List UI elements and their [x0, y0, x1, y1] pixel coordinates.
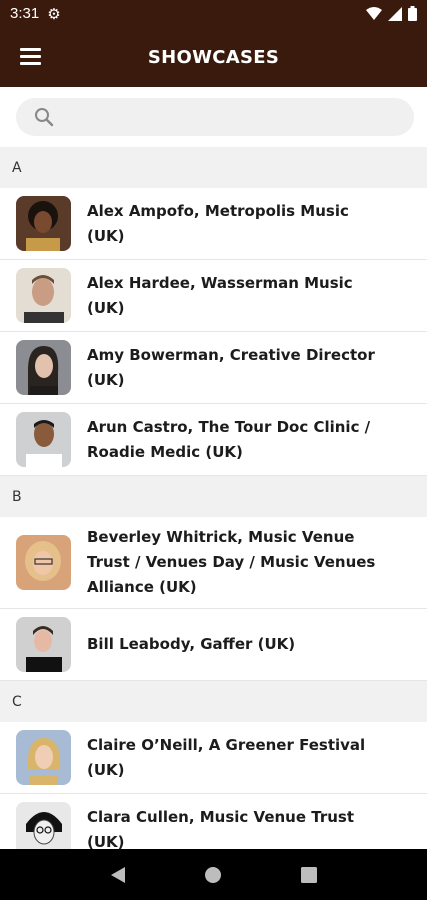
avatar [16, 268, 71, 323]
list-item[interactable]: Alex Ampofo, Metropolis Music (UK) [0, 188, 427, 260]
list-item[interactable]: Bill Leabody, Gaffer (UK) [0, 609, 427, 681]
settings-gear-icon: ⚙ [47, 4, 61, 23]
list-item[interactable]: Amy Bowerman, Creative Director (UK) [0, 332, 427, 404]
status-time: 3:31 [10, 5, 40, 22]
avatar [16, 802, 71, 849]
page-title: SHOWCASES [147, 46, 280, 68]
list-item[interactable]: Clara Cullen, Music Venue Trust (UK) [0, 794, 427, 849]
avatar [16, 535, 71, 590]
search-box[interactable] [16, 98, 414, 136]
avatar [16, 412, 71, 467]
list-item-name: Arun Castro, The Tour Doc Clinic / Roadi… [87, 417, 371, 461]
section-header-b: B [0, 476, 427, 517]
list-item-name: Claire O’Neill, A Greener Festival (UK) [87, 735, 366, 779]
avatar [16, 340, 71, 395]
list-item-name: Amy Bowerman, Creative Director (UK) [87, 345, 375, 389]
avatar [16, 730, 71, 785]
wifi-icon [366, 7, 382, 20]
menu-icon[interactable] [20, 48, 41, 66]
list-item-name: Alex Ampofo, Metropolis Music (UK) [87, 201, 349, 245]
contact-list: A Alex Ampofo, Metropolis Music (UK) Ale… [0, 147, 427, 849]
search-icon [35, 108, 54, 127]
signal-icon [388, 6, 402, 21]
status-bar: 3:31 ⚙ [0, 0, 427, 27]
status-icons [366, 6, 417, 21]
battery-icon [408, 6, 417, 21]
list-item-name: Clara Cullen, Music Venue Trust (UK) [87, 807, 355, 850]
system-nav-bar [0, 849, 427, 900]
section-header-a: A [0, 147, 427, 188]
list-item-name: Alex Hardee, Wasserman Music (UK) [87, 273, 353, 317]
list-item[interactable]: Claire O’Neill, A Greener Festival (UK) [0, 722, 427, 794]
list-item-name: Beverley Whitrick, Music Venue Trust / V… [87, 528, 376, 596]
back-icon[interactable] [108, 865, 128, 885]
search-input[interactable] [64, 98, 414, 136]
list-item[interactable]: Arun Castro, The Tour Doc Clinic / Roadi… [0, 404, 427, 476]
recents-icon[interactable] [299, 865, 319, 885]
avatar [16, 196, 71, 251]
home-icon[interactable] [203, 865, 223, 885]
list-item[interactable]: Alex Hardee, Wasserman Music (UK) [0, 260, 427, 332]
app-bar: SHOWCASES [0, 27, 427, 87]
section-header-c: C [0, 681, 427, 722]
list-item-name: Bill Leabody, Gaffer (UK) [87, 635, 296, 653]
list-item[interactable]: Beverley Whitrick, Music Venue Trust / V… [0, 517, 427, 609]
avatar [16, 617, 71, 672]
search-bar [16, 98, 414, 136]
